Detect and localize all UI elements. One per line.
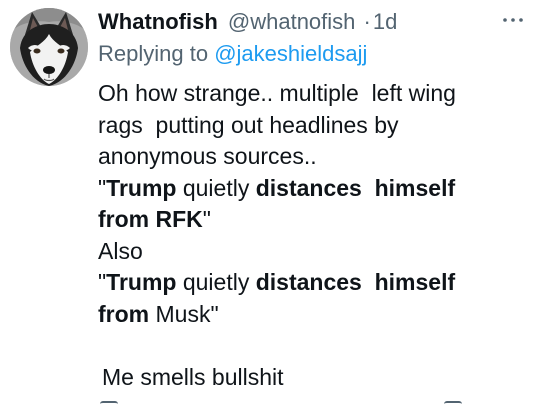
tweet-text: Oh how strange.. multiple left wing rags… (98, 78, 518, 330)
tweet-line-1: Oh how strange.. multiple left wing (98, 80, 456, 106)
separator-dot: · (363, 9, 371, 34)
tweet-line-8: from Musk" (98, 299, 518, 331)
bold-text: Trump (106, 269, 177, 295)
tweet-line-7: "Trump quietly distances himself (98, 267, 518, 299)
plain-text: Musk" (149, 300, 219, 327)
replying-to-mention[interactable]: @jakeshieldsajj (214, 41, 367, 66)
quote-mark: " (202, 206, 211, 232)
husky-avatar-image (10, 8, 88, 86)
avatar[interactable] (10, 8, 88, 86)
bold-text: Trump (106, 174, 177, 201)
bold-text: from (98, 300, 150, 327)
tweet-header: Whatnofish @whatnofish ·1d (98, 6, 528, 38)
user-handle[interactable]: @whatnofish (228, 9, 356, 34)
quote-mark: " (98, 269, 107, 295)
timestamp[interactable]: 1d (373, 9, 397, 34)
plain-text: quietly (176, 269, 256, 295)
tweet-line-3: anonymous sources.. (98, 143, 317, 169)
tweet-line-10: Me smells bullshit (102, 364, 284, 390)
tweet-line-4: "Trump quietly distances himself (98, 173, 518, 205)
tweet-line-6: Also (98, 237, 143, 264)
tweet-line-2: rags putting out headlines by (98, 111, 399, 138)
display-name[interactable]: Whatnofish (98, 9, 218, 34)
more-horizontal-icon[interactable] (502, 14, 524, 24)
tweet-line-5: from RFK" (98, 204, 518, 236)
reply-icon[interactable] (100, 401, 118, 413)
bold-text: distances himself (255, 269, 456, 295)
bold-text: from RFK (98, 206, 203, 232)
bold-text: distances himself (255, 174, 456, 201)
quote-mark: " (98, 174, 107, 201)
replying-prefix: Replying to (98, 41, 215, 66)
tweet[interactable]: Whatnofish @whatnofish ·1d Replying to @… (0, 0, 540, 408)
tweet-action-bar (98, 401, 528, 411)
plain-text: quietly (176, 174, 256, 201)
replying-to: Replying to @jakeshieldsajj (98, 38, 367, 70)
share-icon[interactable] (444, 401, 462, 413)
